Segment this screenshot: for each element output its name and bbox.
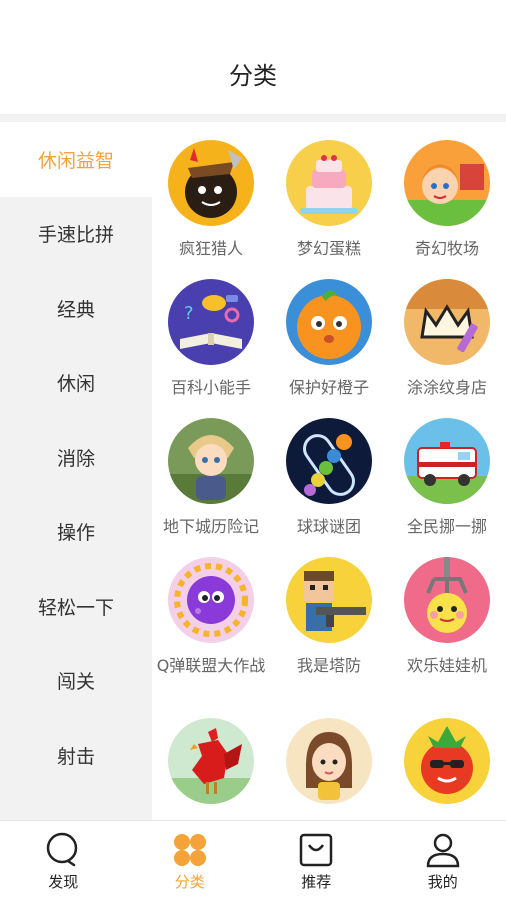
game-name: 欢乐娃娃机 [406,656,487,675]
farm-game-icon[interactable] [404,140,490,226]
category-icon [173,834,206,866]
sidebar-item-speed[interactable]: 手速比拼 [0,197,152,272]
category-sidebar: 休闲益智 手速比拼 经典 休闲 消除 操作 轻松一下 闯关 射击 [0,122,152,820]
girl-game-icon[interactable] [286,718,372,804]
game-item[interactable] [388,718,506,816]
tab-category[interactable]: 分类 [127,821,254,900]
game-name: 疯狂猎人 [178,239,243,258]
dungeon-game-icon[interactable] [168,418,254,504]
recommend-bag-icon [300,833,333,867]
claw-machine-game-icon[interactable] [404,557,490,643]
header-divider [0,114,506,122]
page-title: 分类 [229,62,277,90]
svg-text:?: ? [184,303,194,324]
tab-label: 发现 [48,873,79,891]
orange-game-icon[interactable] [286,279,372,365]
game-name: 涂涂纹身店 [406,378,487,397]
tab-recommend[interactable]: 推荐 [253,821,380,900]
game-item[interactable] [152,718,270,816]
sidebar-item-casual[interactable]: 休闲 [0,346,152,421]
game-item[interactable]: Q弹联盟大作战 [152,557,270,677]
game-item[interactable]: 涂涂纹身店 [388,279,506,399]
game-name: 保护好橙子 [288,378,369,397]
bottom-tab-bar: 发现 分类 推荐 我的 [0,820,506,900]
hunter-game-icon[interactable] [168,140,254,226]
tab-label: 推荐 [301,873,332,891]
sidebar-item-relax[interactable]: 轻松一下 [0,569,152,644]
sidebar-item-match[interactable]: 消除 [0,420,152,495]
game-name: Q弹联盟大作战 [156,656,266,675]
game-item[interactable]: 球球谜团 [270,418,388,538]
tab-profile[interactable]: 我的 [380,821,506,900]
game-item[interactable]: 疯狂猎人 [152,140,270,260]
tattoo-game-icon[interactable] [404,279,490,365]
game-name: 我是塔防 [296,656,361,675]
game-name: 梦幻蛋糕 [296,239,361,258]
game-item[interactable]: 全民挪一挪 [388,418,506,538]
rooster-game-icon[interactable] [168,718,254,804]
ball-puzzle-game-icon[interactable] [286,418,372,504]
sidebar-item-shooting[interactable]: 射击 [0,718,152,793]
game-name: 地下城历险记 [162,517,259,536]
tomato-game-icon[interactable] [404,718,490,804]
tower-defense-game-icon[interactable] [286,557,372,643]
profile-icon [426,833,460,868]
cake-game-icon[interactable] [286,140,372,226]
game-item[interactable]: 欢乐娃娃机 [388,557,506,677]
game-item[interactable]: 保护好橙子 [270,279,388,399]
jelly-game-icon[interactable] [168,557,254,643]
game-item[interactable]: 梦幻蛋糕 [270,140,388,260]
game-name: 全民挪一挪 [406,517,487,536]
game-name: 奇幻牧场 [414,239,479,258]
game-item[interactable] [270,718,388,816]
sidebar-item-levels[interactable]: 闯关 [0,644,152,719]
game-item[interactable]: 我是塔防 [270,557,388,677]
encyclopedia-game-icon[interactable]: ? [168,279,254,365]
sidebar-item-puzzle[interactable]: 休闲益智 [0,122,152,197]
game-grid: 疯狂猎人 梦幻蛋糕 奇幻牧场 ? 百科小能手 保护好橙子 涂涂纹身店 地下城历险… [152,122,506,820]
game-item[interactable]: 奇幻牧场 [388,140,506,260]
game-item[interactable]: 地下城历险记 [152,418,270,538]
sidebar-item-action[interactable]: 操作 [0,495,152,570]
tab-discover[interactable]: 发现 [0,821,127,900]
discover-icon [47,832,78,867]
game-name: 球球谜团 [296,517,361,536]
game-item[interactable]: ? 百科小能手 [152,279,270,399]
tab-label: 我的 [427,873,458,891]
header: 分类 [0,0,506,114]
sidebar-item-classic[interactable]: 经典 [0,271,152,346]
tab-label: 分类 [174,873,205,891]
sidebar-item-more[interactable] [0,793,152,821]
game-name: 百科小能手 [170,378,251,397]
ambulance-game-icon[interactable] [404,418,490,504]
